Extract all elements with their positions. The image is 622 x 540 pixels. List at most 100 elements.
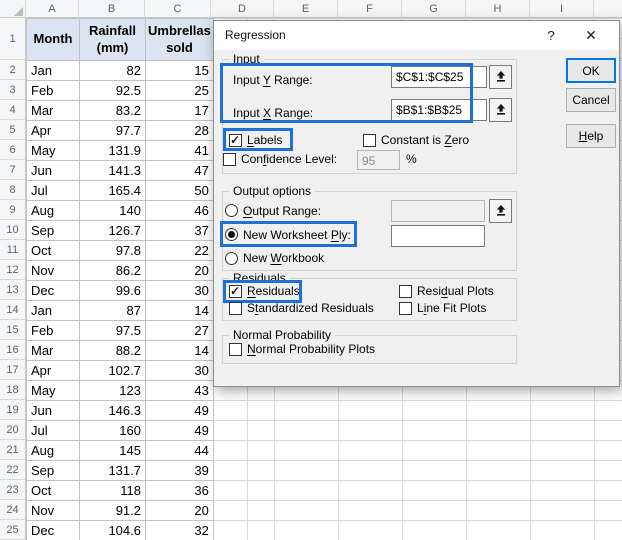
cell-month[interactable]: Sep: [26, 220, 80, 241]
cell-umbrellas[interactable]: 49: [145, 400, 214, 421]
dialog-help-icon[interactable]: ?: [536, 21, 566, 50]
cell-rainfall[interactable]: 118: [79, 480, 146, 501]
row-header[interactable]: 2: [0, 60, 25, 80]
cell-month[interactable]: Jun: [26, 160, 80, 181]
column-header-d[interactable]: D: [211, 0, 274, 18]
confidence-level-label[interactable]: Confidence Level:: [241, 152, 337, 166]
cell-rainfall[interactable]: 83.2: [79, 100, 146, 121]
cell-umbrellas[interactable]: 41: [145, 140, 214, 161]
row-header[interactable]: 6: [0, 140, 25, 160]
cell-month[interactable]: Sep: [26, 460, 80, 481]
row-header[interactable]: 22: [0, 460, 25, 480]
close-icon[interactable]: ✕: [576, 21, 606, 50]
constant-is-zero-label[interactable]: Constant is Zero: [381, 133, 469, 147]
cell-rainfall-header[interactable]: Rainfall (mm): [79, 18, 146, 61]
cell-rainfall[interactable]: 88.2: [79, 340, 146, 361]
output-range-field[interactable]: [391, 200, 485, 222]
line-fit-plots-label[interactable]: Line Fit Plots: [417, 301, 486, 315]
normal-probability-plots-label[interactable]: Normal Probability Plots: [247, 342, 375, 356]
cell-rainfall[interactable]: 87: [79, 300, 146, 321]
row-header[interactable]: 18: [0, 380, 25, 400]
row-header[interactable]: 19: [0, 400, 25, 420]
help-button[interactable]: Help: [566, 124, 616, 148]
row-header[interactable]: 20: [0, 420, 25, 440]
row-header[interactable]: 14: [0, 300, 25, 320]
cell-umbrellas[interactable]: 32: [145, 520, 214, 540]
column-header-partial[interactable]: [594, 0, 622, 18]
cell-rainfall[interactable]: 97.7: [79, 120, 146, 141]
labels-checkbox[interactable]: [229, 133, 242, 147]
row-header[interactable]: 4: [0, 100, 25, 120]
cell-month[interactable]: May: [26, 380, 80, 401]
cell-rainfall[interactable]: 97.5: [79, 320, 146, 341]
input-x-range-label[interactable]: Input X Range:: [233, 106, 313, 120]
row-header[interactable]: 5: [0, 120, 25, 140]
cell-umbrellas-header[interactable]: Umbrellas sold: [145, 18, 214, 61]
cell-month[interactable]: Jun: [26, 400, 80, 421]
cell-month[interactable]: May: [26, 140, 80, 161]
new-workbook-label[interactable]: New Workbook: [243, 251, 324, 265]
column-header-a[interactable]: A: [26, 0, 79, 18]
cell-umbrellas[interactable]: 22: [145, 240, 214, 261]
cell-month[interactable]: Jan: [26, 60, 80, 81]
cell-rainfall[interactable]: 92.5: [79, 80, 146, 101]
dialog-titlebar[interactable]: Regression ? ✕: [214, 21, 619, 50]
row-header[interactable]: 16: [0, 340, 25, 360]
output-range-collapse-button[interactable]: [489, 199, 512, 223]
normal-probability-plots-checkbox[interactable]: [229, 343, 242, 356]
cell-rainfall[interactable]: 126.7: [79, 220, 146, 241]
cell-month[interactable]: Aug: [26, 200, 80, 221]
cell-month[interactable]: Dec: [26, 280, 80, 301]
row-header[interactable]: 17: [0, 360, 25, 380]
cell-umbrellas[interactable]: 37: [145, 220, 214, 241]
row-header[interactable]: 10: [0, 220, 25, 240]
residual-plots-checkbox[interactable]: [399, 285, 412, 298]
cell-umbrellas[interactable]: 44: [145, 440, 214, 461]
row-header[interactable]: 9: [0, 200, 25, 220]
cell-month[interactable]: Oct: [26, 480, 80, 501]
cell-rainfall[interactable]: 99.6: [79, 280, 146, 301]
new-worksheet-ply-radio[interactable]: [225, 228, 238, 241]
new-workbook-radio[interactable]: [225, 252, 238, 265]
residuals-checkbox-label[interactable]: Residuals: [247, 284, 300, 298]
row-header-1[interactable]: 1: [0, 18, 25, 60]
input-x-range-field[interactable]: $B$1:$B$25: [391, 99, 487, 121]
constant-is-zero-checkbox[interactable]: [363, 134, 376, 147]
column-header-b[interactable]: B: [79, 0, 145, 18]
cell-umbrellas[interactable]: 27: [145, 320, 214, 341]
cell-rainfall[interactable]: 131.7: [79, 460, 146, 481]
input-x-range-collapse-button[interactable]: [489, 98, 512, 122]
cell-rainfall[interactable]: 131.9: [79, 140, 146, 161]
row-header[interactable]: 23: [0, 480, 25, 500]
cell-umbrellas[interactable]: 49: [145, 420, 214, 441]
cell-rainfall[interactable]: 123: [79, 380, 146, 401]
cell-month[interactable]: Mar: [26, 340, 80, 361]
cell-umbrellas[interactable]: 39: [145, 460, 214, 481]
column-header-f[interactable]: F: [338, 0, 402, 18]
cell-rainfall[interactable]: 146.3: [79, 400, 146, 421]
confidence-level-checkbox[interactable]: [223, 153, 236, 166]
cell-umbrellas[interactable]: 50: [145, 180, 214, 201]
cell-umbrellas[interactable]: 46: [145, 200, 214, 221]
labels-checkbox-label[interactable]: Labels: [247, 133, 282, 147]
cell-rainfall[interactable]: 91.2: [79, 500, 146, 521]
cell-rainfall[interactable]: 160: [79, 420, 146, 441]
column-header-c[interactable]: C: [145, 0, 211, 18]
row-header[interactable]: 12: [0, 260, 25, 280]
cell-rainfall[interactable]: 104.6: [79, 520, 146, 540]
standardized-residuals-checkbox[interactable]: [229, 302, 242, 315]
cell-month[interactable]: Nov: [26, 260, 80, 281]
cell-rainfall[interactable]: 97.8: [79, 240, 146, 261]
cell-rainfall[interactable]: 145: [79, 440, 146, 461]
cell-month[interactable]: Dec: [26, 520, 80, 540]
cell-umbrellas[interactable]: 30: [145, 280, 214, 301]
cell-umbrellas[interactable]: 25: [145, 80, 214, 101]
cell-month[interactable]: Jul: [26, 420, 80, 441]
residual-plots-label[interactable]: Residual Plots: [417, 284, 494, 298]
cell-umbrellas[interactable]: 15: [145, 60, 214, 81]
confidence-level-field[interactable]: 95: [357, 150, 400, 170]
cell-month[interactable]: Jul: [26, 180, 80, 201]
cell-umbrellas[interactable]: 20: [145, 260, 214, 281]
cell-month-header[interactable]: Month: [26, 18, 80, 61]
cell-umbrellas[interactable]: 17: [145, 100, 214, 121]
